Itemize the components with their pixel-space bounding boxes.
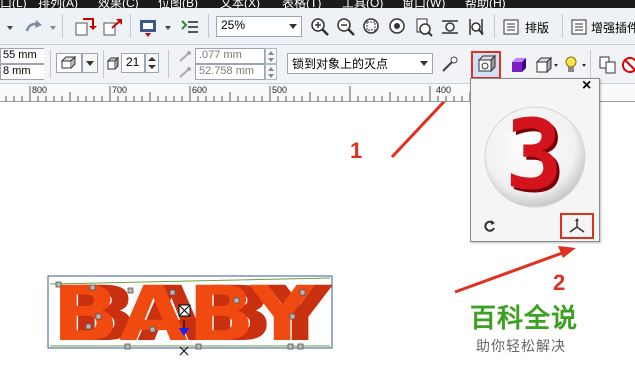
extrude-bevel-icon[interactable] — [532, 53, 558, 75]
watermark: 百科全说 助你轻松解决 — [462, 298, 602, 368]
annotation-number-2: 2 — [553, 270, 566, 295]
vanishing-y-spinner[interactable] — [265, 64, 277, 80]
extrude-lighting-icon[interactable] — [560, 53, 586, 75]
zoom-page-icon[interactable] — [412, 15, 434, 37]
depth-icon — [104, 54, 120, 72]
rotation-popup: × 3 — [470, 77, 600, 242]
vanishing-point-x-icon — [176, 49, 192, 63]
zoom-width-icon[interactable] — [438, 15, 460, 37]
spinner-arrows-icon — [268, 67, 274, 78]
zoom-selected-icon[interactable] — [360, 15, 382, 37]
vanishing-x-spinner[interactable] — [265, 48, 277, 64]
chevron-down-icon — [86, 61, 94, 66]
ruler-label: 600 — [192, 85, 208, 95]
chevron-down-icon — [289, 24, 297, 29]
chevron-down-icon — [420, 61, 428, 66]
zoom-out-icon[interactable] — [334, 15, 356, 37]
object-height-value: 8 mm — [3, 65, 31, 77]
vanishing-point-y-icon — [176, 65, 192, 79]
watermark-subtitle: 助你轻松解决 — [476, 338, 566, 354]
annotation-number-1: 1 — [350, 138, 363, 163]
rotation-values-button[interactable] — [560, 213, 594, 239]
menu-bar: 口(L) 排列(A) 效果(C) 位图(B) 文本(X) 表格(T) 工具(O)… — [0, 0, 635, 8]
object-height-field[interactable]: 8 mm — [0, 64, 44, 80]
depth-spinner[interactable] — [145, 53, 159, 73]
zoom-level-select[interactable]: 25% — [216, 16, 302, 37]
extrude-color-icon[interactable] — [506, 53, 530, 75]
menu-item-help[interactable]: 帮助(H) — [465, 0, 506, 8]
zoom-in-icon[interactable] — [308, 15, 330, 37]
publish-pdf-icon[interactable] — [136, 15, 160, 37]
vanishing-point-mode-select[interactable]: 锁到对象上的灭点 — [287, 53, 433, 74]
extrude-depth-field[interactable]: 21 — [121, 53, 145, 73]
layout-button[interactable]: 排版 — [500, 16, 558, 37]
annotation-arrow-1 — [390, 102, 446, 159]
copy-extrude-properties-icon[interactable] — [596, 53, 618, 75]
vanishing-point-mode-value: 锁到对象上的灭点 — [292, 57, 389, 71]
ruler-label: 800 — [32, 85, 48, 95]
enhance-plugin-button[interactable]: 增强插件 — [568, 16, 635, 37]
watermark-title: 百科全说 — [470, 303, 579, 333]
vanishing-y-field[interactable]: 52.758 mm — [195, 64, 265, 80]
menu-item-window[interactable]: 窗口(W) — [402, 0, 445, 8]
rotation-preview-glyph: 3 — [505, 99, 563, 211]
vanishing-y-value: 52.758 mm — [199, 65, 255, 77]
baby-extruded-artwork[interactable]: BABY BABY — [47, 269, 333, 358]
popup-close-button[interactable]: × — [582, 77, 591, 95]
export-icon[interactable] — [100, 15, 124, 37]
extrude-type-icon — [60, 55, 77, 69]
ruler-label: 400 — [436, 85, 452, 95]
xyz-axes-icon — [569, 218, 585, 233]
vanishing-x-field[interactable]: .077 mm — [195, 48, 265, 64]
vanishing-x-value: .077 mm — [199, 49, 242, 61]
enhance-plugin-label: 增强插件 — [591, 21, 635, 35]
ruler-label: 700 — [112, 85, 128, 95]
menu-item-bitmaps[interactable]: 位图(B) — [158, 0, 198, 8]
vanishing-point-lock-icon[interactable] — [438, 53, 460, 75]
zoom-all-icon[interactable] — [386, 15, 408, 37]
ruler-label: 500 — [272, 85, 288, 95]
publish-dropdown-icon[interactable] — [162, 18, 172, 34]
zoom-level-value: 25% — [221, 18, 246, 32]
menu-item-tools[interactable]: 工具(O) — [342, 0, 383, 8]
rotation-icon — [477, 54, 497, 73]
clear-extrude-icon[interactable] — [620, 53, 635, 75]
menu-item-layout[interactable]: 口(L) — [0, 0, 27, 8]
object-width-field[interactable]: 55 mm — [0, 48, 44, 64]
redo-icon[interactable] — [22, 16, 44, 36]
dropdown-arrow-icon[interactable] — [2, 18, 16, 34]
extrude-rotation-button[interactable] — [471, 51, 501, 79]
layout-label: 排版 — [525, 21, 550, 35]
options-list-icon[interactable] — [176, 15, 200, 37]
zoom-height-icon[interactable] — [464, 15, 486, 37]
plugin-icon — [571, 19, 587, 35]
menu-item-effects[interactable]: 效果(C) — [98, 0, 139, 8]
extrude-depth-value: 21 — [126, 55, 140, 69]
extrude-type-select[interactable] — [56, 53, 82, 73]
reset-rotation-icon[interactable] — [481, 217, 497, 233]
menu-item-text[interactable]: 文本(X) — [220, 0, 260, 8]
redo-dropdown-icon[interactable] — [47, 18, 57, 34]
layout-icon — [503, 19, 519, 35]
menu-item-arrange[interactable]: 排列(A) — [38, 0, 78, 8]
menu-item-table[interactable]: 表格(T) — [282, 0, 321, 8]
standard-toolbar: 25% 排版 增强插件 — [0, 8, 635, 45]
spinner-arrows-icon — [268, 51, 274, 62]
import-icon[interactable] — [72, 15, 97, 37]
object-width-value: 55 mm — [3, 49, 37, 61]
extrude-type-dropdown[interactable] — [82, 53, 98, 73]
spinner-arrows-icon — [148, 57, 156, 69]
